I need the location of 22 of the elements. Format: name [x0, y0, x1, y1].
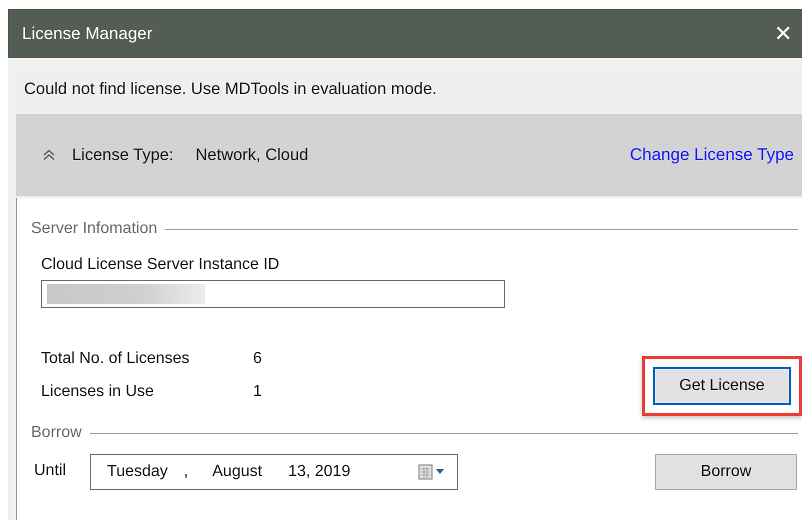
license-type-value: Network, Cloud [196, 146, 308, 164]
stat-value: 6 [253, 350, 262, 368]
date-segment[interactable]: Tuesday [107, 463, 168, 481]
window-title: License Manager [22, 24, 152, 44]
group-legend: Server Infomation [31, 220, 158, 238]
date-picker[interactable]: Tuesday , August 13, 2019 [90, 454, 458, 490]
instance-id-field[interactable] [41, 280, 505, 308]
change-license-type-link[interactable]: Change License Type [630, 145, 794, 165]
group-legend: Borrow [31, 424, 82, 442]
borrow-button[interactable]: Borrow [655, 454, 797, 490]
collapse-icon[interactable] [42, 149, 56, 161]
get-license-button[interactable]: Get License [653, 367, 791, 405]
license-type-label: License Type: [72, 146, 174, 164]
date-segment[interactable]: August [212, 463, 262, 481]
date-segment[interactable]: 13, 2019 [288, 463, 350, 481]
stat-label: Total No. of Licenses [41, 350, 191, 368]
stat-value: 1 [253, 382, 262, 400]
close-button[interactable]: ✕ [770, 22, 796, 44]
date-segment[interactable]: , [184, 463, 188, 481]
field-label: Cloud License Server Instance ID [41, 256, 280, 273]
stat-label: Licenses in Use [41, 382, 155, 400]
until-label: Until [33, 462, 66, 480]
